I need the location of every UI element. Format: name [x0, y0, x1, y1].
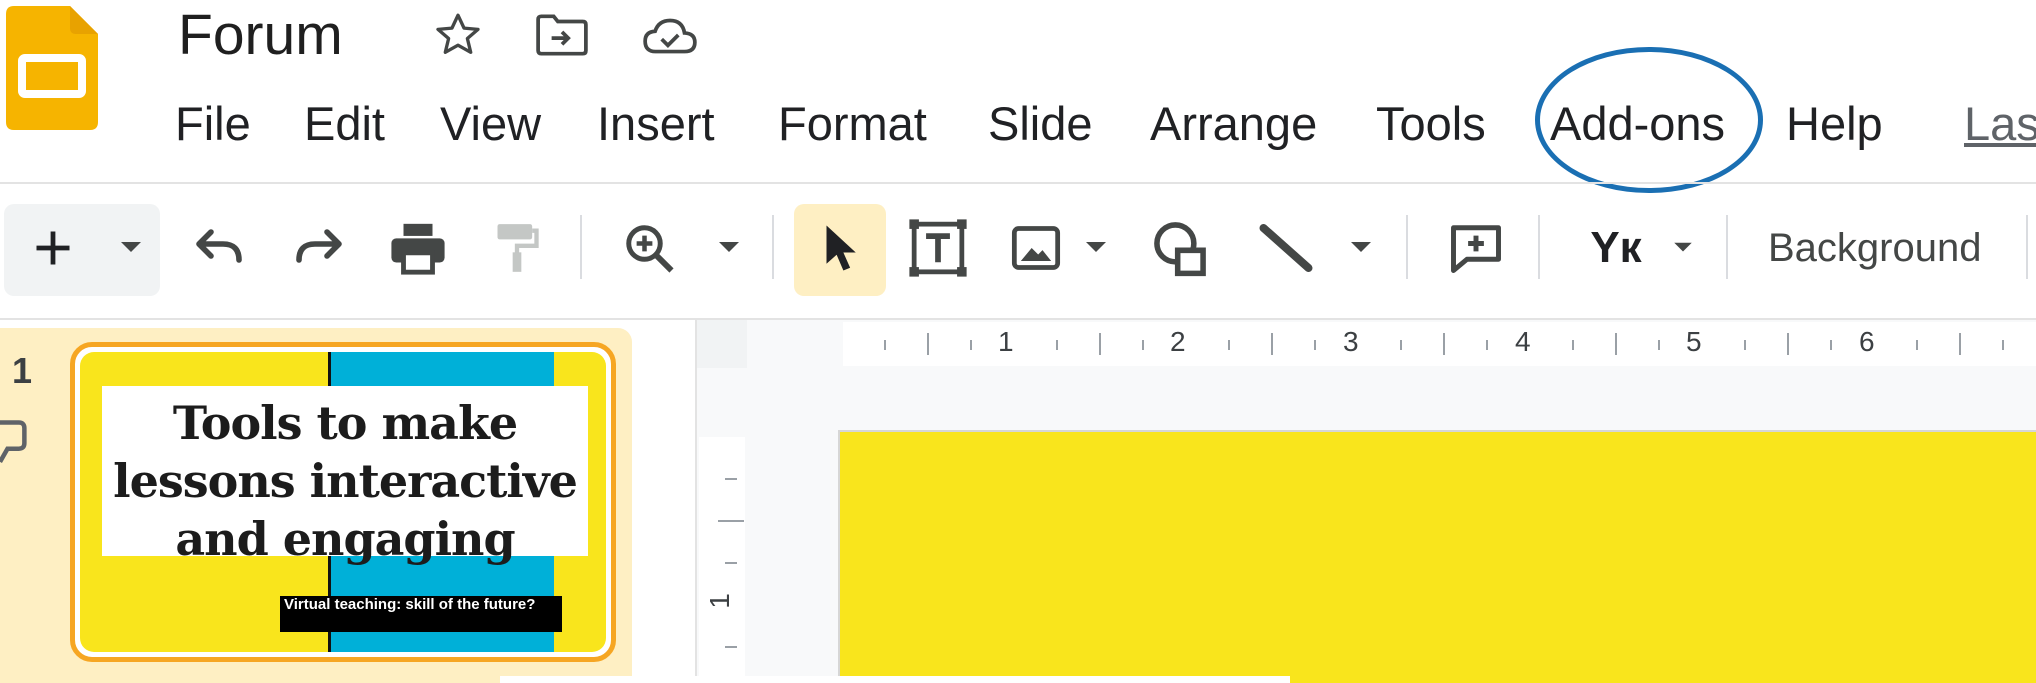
hruler-label: 4 [1515, 326, 1531, 357]
hruler-tick [1400, 340, 1402, 350]
text-style-dropdown-icon[interactable] [1662, 203, 1704, 293]
hruler-label: 1 [998, 326, 1014, 357]
cloud-saved-icon[interactable] [640, 10, 700, 60]
toolbar-separator [580, 215, 582, 279]
background-button[interactable]: Background [1768, 203, 1981, 293]
paint-format-icon[interactable] [482, 203, 552, 293]
menu-insert[interactable]: Insert [597, 96, 715, 152]
hruler-tick [884, 340, 886, 350]
star-icon[interactable] [428, 10, 488, 60]
vruler-tick [725, 562, 737, 564]
line-dropdown-icon[interactable] [1338, 203, 1384, 293]
hruler-tick [1443, 333, 1445, 355]
print-icon[interactable] [380, 203, 456, 293]
hruler-label: 5 [1686, 326, 1702, 357]
speaker-notes-icon [0, 420, 30, 475]
addons-highlight-circle [1535, 47, 1763, 193]
toolbar-separator [772, 215, 774, 279]
toolbar-separator [1726, 215, 1728, 279]
text-style-icon[interactable]: Yк [1574, 203, 1658, 293]
hruler-tick [1744, 340, 1746, 350]
hruler-tick [1916, 340, 1918, 350]
zoom-icon[interactable] [614, 203, 684, 293]
hruler-tick [1658, 340, 1660, 350]
insert-image-icon[interactable] [1000, 203, 1072, 293]
slides-logo-icon[interactable] [6, 6, 98, 130]
toolbar-separator [1406, 215, 1408, 279]
thumb-subtitle-box: Virtual teaching: skill of the future? [280, 596, 562, 632]
bottom-strip [500, 676, 1290, 683]
ruler-corner [697, 320, 747, 368]
thumb-title: Tools to make lessons interactive and en… [102, 394, 588, 568]
toolbar-separator [2026, 215, 2028, 279]
hruler-tick [1314, 340, 1316, 350]
hruler-tick [2002, 340, 2004, 350]
slide-thumbnail-canvas: Tools to make lessons interactive and en… [80, 352, 606, 652]
menu-format[interactable]: Format [778, 96, 927, 152]
vruler-tick [725, 646, 737, 648]
slide-number: 1 [12, 350, 33, 391]
hruler-tick [1959, 333, 1961, 355]
hruler-tick [1787, 333, 1789, 355]
vruler-tick [718, 520, 744, 522]
menu-slide[interactable]: Slide [988, 96, 1093, 152]
hruler-tick [1271, 333, 1273, 355]
hruler-tick [927, 333, 929, 355]
hruler-tick [1615, 333, 1617, 355]
undo-icon[interactable] [182, 203, 256, 293]
redo-icon[interactable] [282, 203, 356, 293]
hruler-tick [1486, 340, 1488, 350]
menu-help[interactable]: Help [1786, 96, 1883, 152]
text-box-icon[interactable] [898, 203, 978, 293]
line-icon[interactable] [1248, 203, 1324, 293]
toolbar: Yк Background [0, 203, 2036, 293]
hruler-tick [1056, 340, 1058, 350]
hruler-tick [1099, 333, 1101, 355]
vertical-ruler-page-area [699, 437, 745, 683]
horizontal-ruler-page-area [843, 322, 2036, 366]
menu-arrange[interactable]: Arrange [1150, 96, 1317, 152]
menu-view[interactable]: View [440, 96, 541, 152]
hruler-tick [1142, 340, 1144, 350]
image-dropdown-icon[interactable] [1074, 203, 1118, 293]
vruler-label: 1 [703, 593, 735, 609]
select-cursor-icon[interactable] [802, 203, 878, 293]
thumb-title-line: and engaging [175, 512, 515, 566]
hruler-tick [1228, 340, 1230, 350]
thumb-subtitle: Virtual teaching: skill of the future? [284, 596, 536, 613]
last-edit-link[interactable]: Las [1964, 96, 2036, 152]
shape-icon[interactable] [1140, 203, 1220, 293]
toolbar-separator [1538, 215, 1540, 279]
menu-edit[interactable]: Edit [304, 96, 385, 152]
hruler-tick [1830, 340, 1832, 350]
hruler-tick [970, 340, 972, 350]
insert-comment-icon[interactable] [1440, 203, 1512, 293]
document-title[interactable]: Forum [178, 2, 343, 68]
vruler-tick [725, 478, 737, 480]
new-slide-plus-icon[interactable] [18, 203, 88, 293]
move-to-folder-icon[interactable] [532, 10, 592, 60]
hruler-tick [1572, 340, 1574, 350]
zoom-dropdown-icon[interactable] [706, 203, 752, 293]
thumb-title-line: Tools to make [172, 396, 518, 450]
hruler-label: 3 [1343, 326, 1359, 357]
thumb-title-box: Tools to make lessons interactive and en… [102, 386, 588, 566]
hruler-label: 6 [1859, 326, 1875, 357]
new-slide-dropdown-icon[interactable] [108, 203, 154, 293]
hruler-label: 2 [1170, 326, 1186, 357]
menu-tools[interactable]: Tools [1376, 96, 1486, 152]
menu-file[interactable]: File [175, 96, 251, 152]
thumb-title-line: lessons interactive [113, 454, 578, 508]
slide-canvas[interactable] [838, 430, 2036, 683]
header-divider [0, 182, 2036, 184]
